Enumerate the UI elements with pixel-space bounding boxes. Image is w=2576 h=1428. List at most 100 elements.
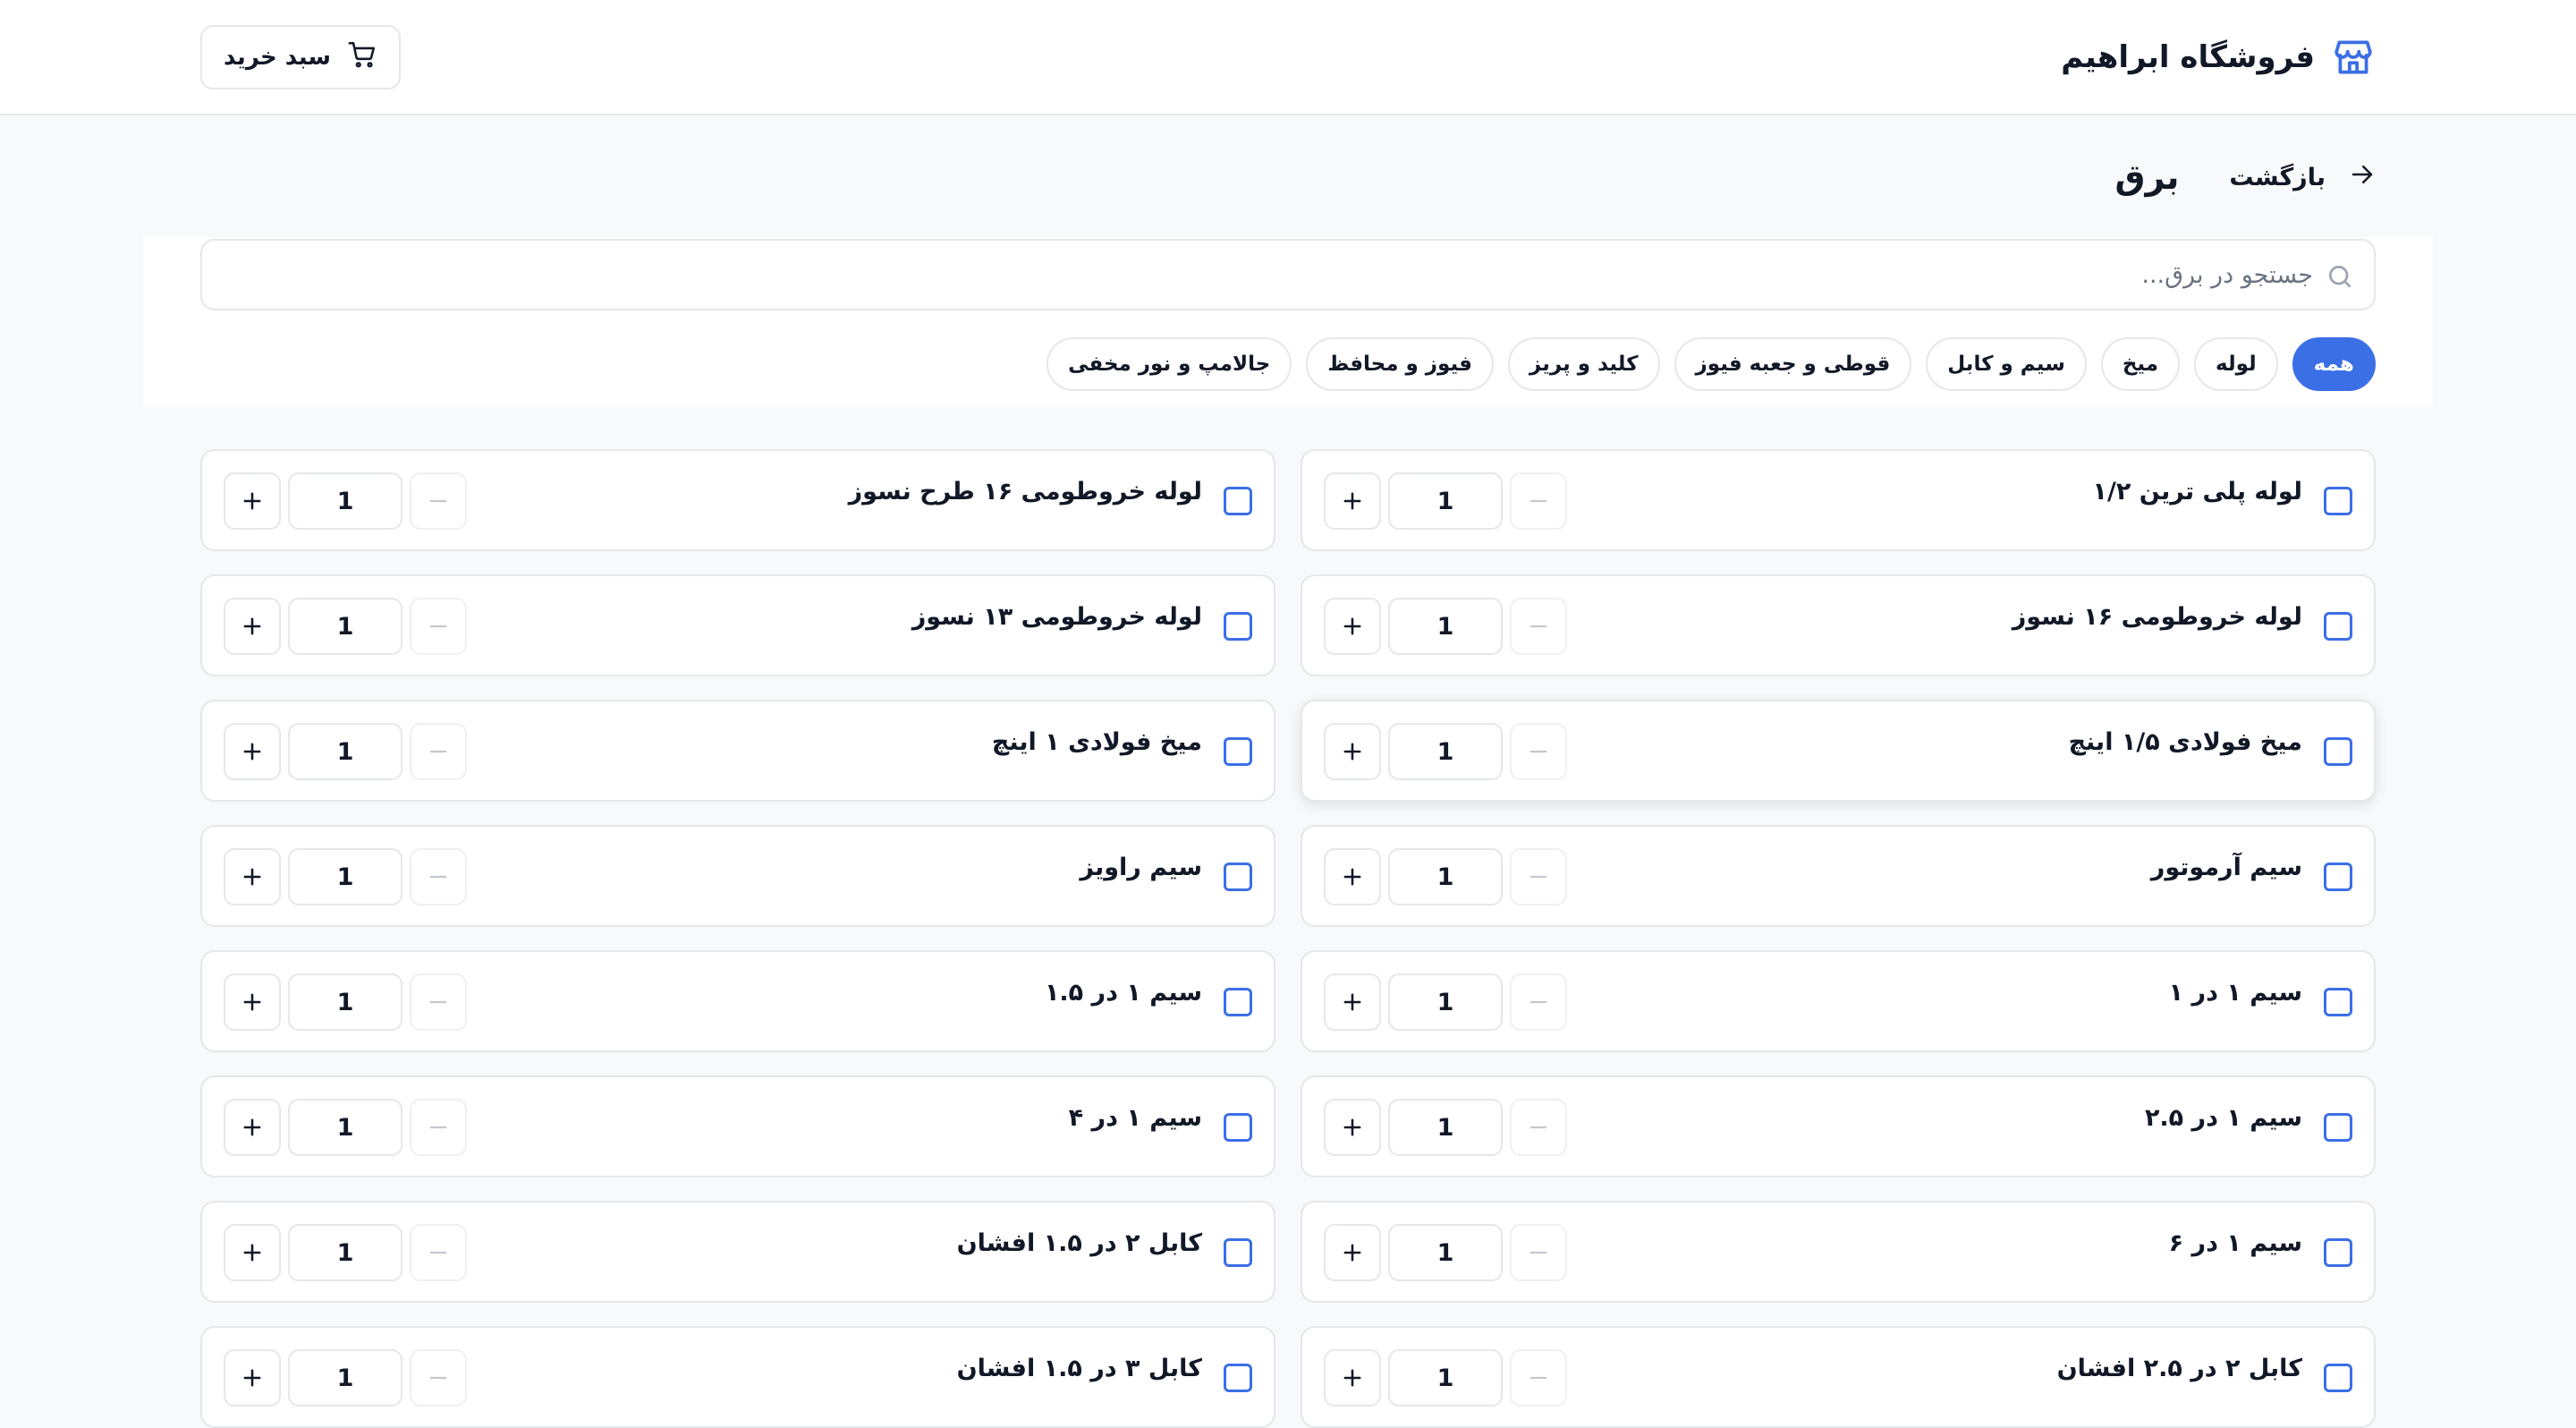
decrease-quantity-button[interactable] — [410, 472, 467, 530]
plus-icon — [240, 739, 265, 764]
quantity-input[interactable] — [288, 1224, 402, 1281]
product-name: لوله پلی ترین ۱/۲ — [2092, 478, 2302, 506]
search-input[interactable] — [256, 241, 2313, 309]
category-chip[interactable]: فیوز و محافظ — [1306, 337, 1494, 391]
increase-quantity-button[interactable] — [1324, 472, 1381, 530]
decrease-quantity-button[interactable] — [1510, 1224, 1567, 1281]
quantity-input[interactable] — [288, 848, 402, 905]
increase-quantity-button[interactable] — [1324, 1349, 1381, 1407]
back-button-label: بازگشت — [2229, 163, 2326, 191]
decrease-quantity-button[interactable] — [1510, 472, 1567, 530]
decrease-quantity-button[interactable] — [1510, 598, 1567, 655]
category-chip[interactable]: قوطی و جعبه فیوز — [1674, 337, 1912, 391]
increase-quantity-button[interactable] — [1324, 848, 1381, 905]
category-chip[interactable]: لوله — [2194, 337, 2278, 391]
plus-icon — [240, 614, 265, 639]
product-card: کابل ۲ در ۲.۵ افشان — [1301, 1326, 2376, 1428]
product-select-checkbox[interactable] — [1224, 988, 1252, 1016]
product-select-checkbox[interactable] — [1224, 487, 1252, 515]
increase-quantity-button[interactable] — [1324, 723, 1381, 780]
decrease-quantity-button[interactable] — [1510, 723, 1567, 780]
category-chip[interactable]: جالامپ و نور مخفی — [1046, 337, 1292, 391]
product-name: سیم راویز — [1080, 854, 1202, 881]
quantity-input[interactable] — [1388, 1099, 1503, 1156]
plus-icon — [240, 1365, 265, 1390]
increase-quantity-button[interactable] — [224, 1224, 281, 1281]
product-name: کابل ۳ در ۱.۵ افشان — [956, 1355, 1202, 1382]
back-button[interactable]: بازگشت — [2229, 161, 2376, 194]
increase-quantity-button[interactable] — [224, 1099, 281, 1156]
decrease-quantity-button[interactable] — [1510, 848, 1567, 905]
decrease-quantity-button[interactable] — [410, 1349, 467, 1407]
decrease-quantity-button[interactable] — [410, 973, 467, 1031]
minus-icon — [426, 1115, 451, 1140]
quantity-input[interactable] — [288, 1099, 402, 1156]
category-chip[interactable]: سیم و کابل — [1926, 337, 2087, 391]
increase-quantity-button[interactable] — [224, 723, 281, 780]
product-select-checkbox[interactable] — [2324, 737, 2352, 766]
increase-quantity-button[interactable] — [1324, 973, 1381, 1031]
decrease-quantity-button[interactable] — [410, 723, 467, 780]
product-select-checkbox[interactable] — [2324, 988, 2352, 1016]
product-select-checkbox[interactable] — [1224, 863, 1252, 891]
decrease-quantity-button[interactable] — [410, 598, 467, 655]
decrease-quantity-button[interactable] — [1510, 1099, 1567, 1156]
product-name: سیم ۱ در ۲.۵ — [2144, 1104, 2302, 1132]
quantity-input[interactable] — [1388, 598, 1503, 655]
quantity-input[interactable] — [288, 472, 402, 530]
decrease-quantity-button[interactable] — [1510, 1349, 1567, 1407]
increase-quantity-button[interactable] — [224, 598, 281, 655]
filter-panel: همه لولهمیخسیم و کابل قوطی و جعبه فیوز کلید… — [143, 237, 2433, 405]
shopping-cart-icon — [347, 39, 377, 76]
quantity-input[interactable] — [1388, 973, 1503, 1031]
product-select-checkbox[interactable] — [2324, 1113, 2352, 1142]
plus-icon — [240, 1240, 265, 1265]
increase-quantity-button[interactable] — [224, 848, 281, 905]
increase-quantity-button[interactable] — [224, 973, 281, 1031]
decrease-quantity-button[interactable] — [410, 1224, 467, 1281]
increase-quantity-button[interactable] — [1324, 598, 1381, 655]
decrease-quantity-button[interactable] — [410, 1099, 467, 1156]
increase-quantity-button[interactable] — [224, 472, 281, 530]
quantity-input[interactable] — [1388, 472, 1503, 530]
product-select-checkbox[interactable] — [2324, 1238, 2352, 1267]
store-brand[interactable]: فروشگاه ابراهیم — [2061, 32, 2376, 82]
product-select-checkbox[interactable] — [1224, 737, 1252, 766]
quantity-input[interactable] — [288, 973, 402, 1031]
product-select-checkbox[interactable] — [1224, 1238, 1252, 1267]
quantity-input[interactable] — [288, 1349, 402, 1407]
product-select-checkbox[interactable] — [2324, 612, 2352, 641]
minus-icon — [426, 614, 451, 639]
category-chip[interactable]: همه — [2292, 337, 2376, 391]
category-chip[interactable]: کلید و پریز — [1507, 337, 1660, 391]
product-select-checkbox[interactable] — [2324, 863, 2352, 891]
increase-quantity-button[interactable] — [224, 1349, 281, 1407]
decrease-quantity-button[interactable] — [410, 848, 467, 905]
decrease-quantity-button[interactable] — [1510, 973, 1567, 1031]
increase-quantity-button[interactable] — [1324, 1224, 1381, 1281]
product-select-checkbox[interactable] — [1224, 612, 1252, 641]
increase-quantity-button[interactable] — [1324, 1099, 1381, 1156]
plus-icon — [240, 489, 265, 514]
minus-icon — [426, 1365, 451, 1390]
product-select-checkbox[interactable] — [2324, 487, 2352, 515]
minus-icon — [426, 990, 451, 1015]
quantity-input[interactable] — [1388, 848, 1503, 905]
quantity-stepper — [224, 598, 467, 655]
product-select-checkbox[interactable] — [2324, 1364, 2352, 1392]
quantity-input[interactable] — [288, 723, 402, 780]
search-box[interactable] — [200, 239, 2376, 310]
cart-button[interactable]: سبد خرید — [200, 25, 401, 89]
quantity-input[interactable] — [1388, 1349, 1503, 1407]
quantity-input[interactable] — [1388, 1224, 1503, 1281]
quantity-input[interactable] — [1388, 723, 1503, 780]
product-name: سیم آرموتور — [2150, 854, 2302, 881]
category-chip[interactable]: میخ — [2100, 337, 2181, 391]
minus-icon — [1526, 489, 1551, 514]
quantity-input[interactable] — [288, 598, 402, 655]
quantity-stepper — [224, 1349, 467, 1407]
quantity-stepper — [224, 973, 467, 1031]
product-select-checkbox[interactable] — [1224, 1364, 1252, 1392]
product-select-checkbox[interactable] — [1224, 1113, 1252, 1142]
plus-icon — [1340, 864, 1365, 889]
